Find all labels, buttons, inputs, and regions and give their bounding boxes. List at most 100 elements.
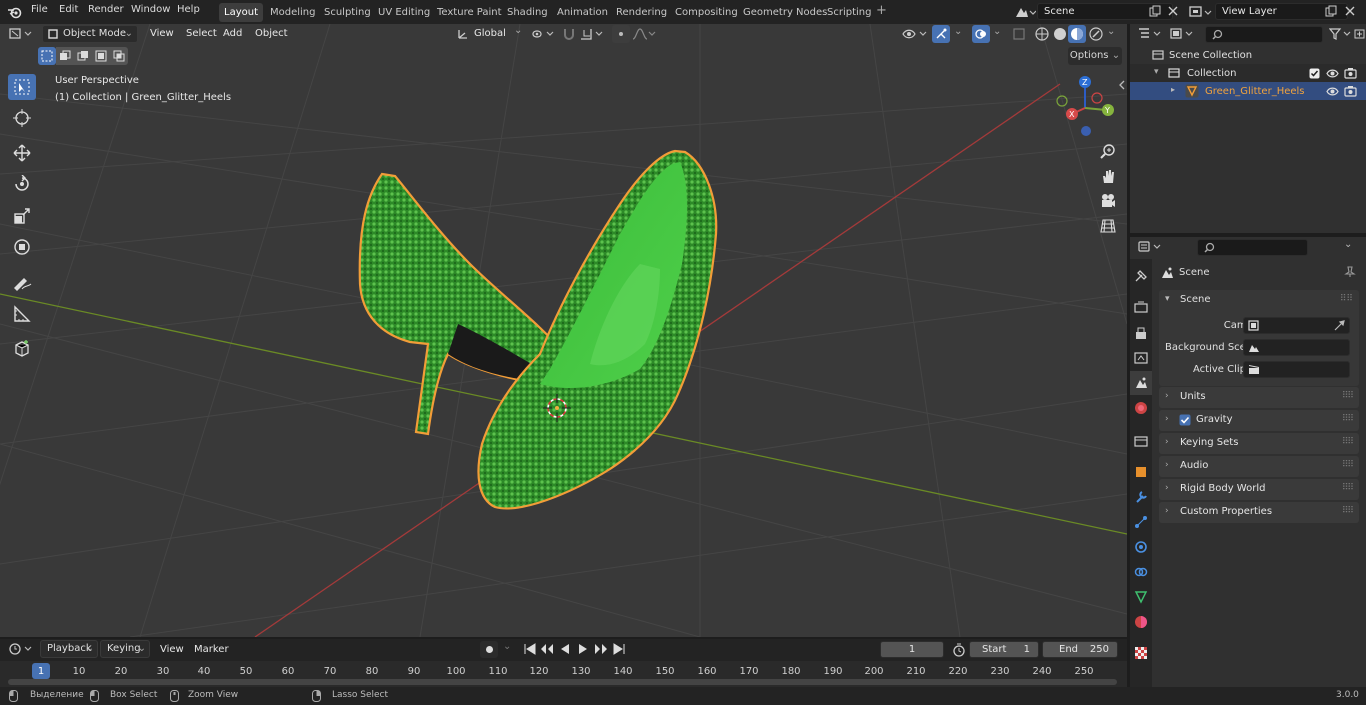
menu-edit[interactable]: Edit <box>59 4 78 15</box>
object-mode-dropdown[interactable]: Object Mode ⌄ <box>42 25 138 43</box>
drag-grip-icon[interactable]: ⠿⠿ <box>1340 294 1353 304</box>
select-extend-button[interactable] <box>56 47 74 65</box>
active-clip-field[interactable] <box>1243 361 1350 378</box>
jump-end-icon[interactable] <box>612 643 626 655</box>
pin-icon[interactable] <box>1344 266 1356 278</box>
viewport-menu-view[interactable]: View <box>150 28 174 39</box>
zoom-button[interactable] <box>1097 140 1119 162</box>
blender-logo-icon[interactable] <box>7 5 23 19</box>
timeline-editor-type-icon[interactable] <box>9 642 35 656</box>
view-layer-tab-icon[interactable] <box>1134 351 1148 365</box>
object-tab-icon[interactable] <box>1134 465 1148 479</box>
physics-tab-icon[interactable] <box>1134 540 1148 554</box>
visibility-eye-icon[interactable] <box>1326 68 1339 79</box>
timeline-menu-marker[interactable]: Marker <box>194 644 229 655</box>
menu-help[interactable]: Help <box>177 4 200 15</box>
tab-texture-paint[interactable]: Texture Paint <box>432 3 507 22</box>
tab-uv-editing[interactable]: UV Editing <box>373 3 435 22</box>
eyedropper-icon[interactable] <box>1334 320 1345 331</box>
menu-render[interactable]: Render <box>88 4 124 15</box>
tab-shading[interactable]: Shading <box>502 3 553 22</box>
timeline-scrollbar[interactable] <box>8 679 1117 685</box>
sidebar-toggle-icon[interactable] <box>1117 80 1127 90</box>
select-subtract-button[interactable] <box>74 47 92 65</box>
rigid-body-world-panel[interactable]: › Rigid Body World ⠿⠿ <box>1159 479 1359 500</box>
viewport-menu-select[interactable]: Select <box>186 28 217 39</box>
viewport-menu-object[interactable]: Object <box>255 28 288 39</box>
collection-tab-icon[interactable] <box>1134 434 1148 448</box>
expand-object-icon[interactable]: ▸ <box>1171 85 1175 94</box>
drag-grip-icon[interactable]: ⠿⠿ <box>1342 391 1354 401</box>
outliner-row-object[interactable]: ▸ Green_Glitter_Heels <box>1130 82 1366 100</box>
menu-window[interactable]: Window <box>131 4 170 15</box>
outliner-row-scene-collection[interactable]: Scene Collection <box>1130 46 1366 64</box>
snap-target-icon[interactable] <box>580 27 606 41</box>
world-tab-icon[interactable] <box>1134 401 1148 415</box>
scale-tool[interactable] <box>8 203 36 229</box>
close-scene-icon[interactable] <box>1167 5 1179 17</box>
new-collection-icon[interactable] <box>1354 28 1366 40</box>
overlays-toggle-button[interactable] <box>972 25 990 43</box>
properties-editor-type-icon[interactable] <box>1138 240 1164 254</box>
gizmo-toggle-button[interactable] <box>932 25 950 43</box>
auto-keying-button[interactable] <box>480 641 498 658</box>
scene-type-icon[interactable] <box>1014 5 1036 19</box>
display-mode-icon[interactable] <box>1170 27 1196 41</box>
falloff-icon[interactable] <box>632 27 656 41</box>
wireframe-shading-icon[interactable] <box>1034 26 1050 42</box>
menu-file[interactable]: File <box>31 4 48 15</box>
select-box-tool[interactable] <box>8 74 36 100</box>
scene-tab[interactable] <box>1130 371 1152 395</box>
tab-modeling[interactable]: Modeling <box>265 3 321 22</box>
proportional-edit-button[interactable] <box>612 25 630 43</box>
drag-grip-icon[interactable]: ⠿⠿ <box>1342 506 1354 516</box>
transform-orientation-dropdown[interactable]: Global ⌄ <box>454 25 524 43</box>
texture-tab-icon[interactable] <box>1134 646 1148 660</box>
add-cube-tool[interactable] <box>8 335 36 361</box>
play-reverse-icon[interactable] <box>558 643 572 655</box>
tab-sculpting[interactable]: Sculpting <box>319 3 376 22</box>
next-keyframe-icon[interactable] <box>594 643 608 655</box>
pan-button[interactable] <box>1097 165 1119 187</box>
tab-scripting[interactable]: Scripting <box>822 3 876 22</box>
pivot-point-icon[interactable] <box>531 27 557 41</box>
preview-range-icon[interactable] <box>952 643 966 657</box>
select-invert-button[interactable] <box>92 47 110 65</box>
tab-geometry-nodes[interactable]: Geometry Nodes <box>738 3 832 22</box>
background-scene-field[interactable] <box>1243 339 1350 356</box>
keying-sets-panel[interactable]: › Keying Sets ⠿⠿ <box>1159 433 1359 454</box>
jump-start-icon[interactable] <box>523 643 537 655</box>
playback-menu[interactable]: Playback ⌄ <box>40 640 98 658</box>
drag-grip-icon[interactable]: ⠿⠿ <box>1342 414 1354 424</box>
timeline-menu-view[interactable]: View <box>160 644 184 655</box>
chevron-down-icon[interactable]: ⌄ <box>954 26 962 37</box>
solid-shading-icon[interactable] <box>1052 26 1068 42</box>
units-panel[interactable]: › Units ⠿⠿ <box>1159 387 1359 408</box>
navigation-gizmo[interactable]: Z Y X <box>1052 74 1122 139</box>
outliner-search-input[interactable] <box>1205 26 1323 43</box>
gravity-checkbox[interactable] <box>1179 414 1191 426</box>
prev-keyframe-icon[interactable] <box>540 643 554 655</box>
rendered-shading-icon[interactable] <box>1088 26 1104 42</box>
camera-field[interactable] <box>1243 317 1350 334</box>
rotate-tool[interactable] <box>8 171 36 197</box>
select-intersect-button[interactable] <box>110 47 128 65</box>
render-camera-icon[interactable] <box>1344 67 1357 79</box>
keying-menu[interactable]: Keying ⌄ <box>100 640 150 658</box>
expand-collection-icon[interactable]: ▾ <box>1154 67 1159 77</box>
3d-viewport[interactable]: Object Mode ⌄ View Select Add Object Glo… <box>0 24 1127 637</box>
outliner-row-collection[interactable]: ▾ Collection <box>1130 64 1366 82</box>
outliner-editor-type-icon[interactable] <box>1138 27 1164 41</box>
tab-rendering[interactable]: Rendering <box>611 3 672 22</box>
particles-tab-icon[interactable] <box>1134 515 1148 529</box>
gravity-panel[interactable]: › Gravity ⠿⠿ <box>1159 410 1359 431</box>
data-tab-icon[interactable] <box>1134 590 1148 604</box>
modifier-tab-icon[interactable] <box>1134 490 1148 504</box>
visibility-eye-icon[interactable] <box>1326 86 1339 97</box>
render-camera-icon[interactable] <box>1344 85 1357 97</box>
visibility-filter-icon[interactable] <box>902 27 930 41</box>
tab-layout[interactable]: Layout <box>219 3 263 22</box>
editor-type-icon[interactable] <box>9 27 35 41</box>
drag-grip-icon[interactable]: ⠿⠿ <box>1342 437 1354 447</box>
chevron-down-icon[interactable]: ⌄ <box>1344 239 1352 250</box>
